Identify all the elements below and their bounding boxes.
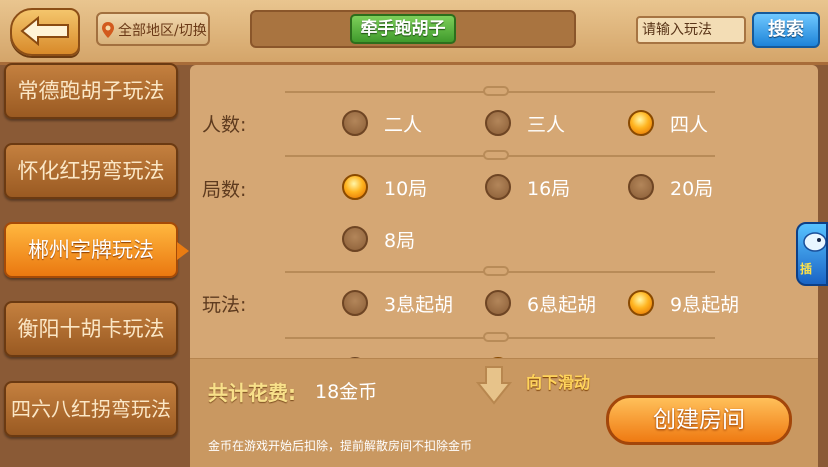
game-title: 牵手跑胡子 <box>350 14 456 44</box>
option-3-xi[interactable]: 3息起胡 <box>342 286 453 320</box>
radio-button-selected[interactable] <box>628 110 654 136</box>
sidebar: 常德跑胡子玩法 怀化红拐弯玩法 郴州字牌玩法 衡阳十胡卡玩法 四六八红拐弯玩法 <box>0 63 190 466</box>
sidebar-item-changde[interactable]: 常德跑胡子玩法 <box>4 63 178 119</box>
cost-label: 共计花费: <box>208 381 296 405</box>
cost-note: 金币在游戏开始后扣除，提前解散房间不扣除金币 <box>208 439 473 453</box>
option-6-xi[interactable]: 6息起胡 <box>485 286 596 320</box>
title-box: 牵手跑胡子 <box>250 10 576 48</box>
divider <box>285 332 715 342</box>
option-four-players[interactable]: 四人 <box>628 106 708 140</box>
footer-bar: 共计花费: 18金币 向下滑动 创建房间 金币在游戏开始后扣除，提前解散房间不扣… <box>190 358 818 467</box>
option-three-players[interactable]: 三人 <box>485 106 565 140</box>
cost-value: 18金币 <box>315 381 378 403</box>
option-two-players[interactable]: 二人 <box>342 106 422 140</box>
search-button[interactable]: 搜索 <box>752 12 820 48</box>
divider <box>285 150 715 160</box>
players-label: 人数: <box>202 114 247 136</box>
radio-button[interactable] <box>628 174 654 200</box>
option-8-rounds[interactable]: 8局 <box>342 222 415 256</box>
radio-button[interactable] <box>485 174 511 200</box>
divider <box>285 86 715 96</box>
option-20-rounds[interactable]: 20局 <box>628 170 713 204</box>
radio-button[interactable] <box>485 110 511 136</box>
location-pin-icon <box>102 22 114 38</box>
sidebar-item-sibaliuhong[interactable]: 四六八红拐弯玩法 <box>4 381 178 437</box>
option-10-rounds[interactable]: 10局 <box>342 170 427 204</box>
radio-button-selected[interactable] <box>342 174 368 200</box>
sidebar-item-hengyang[interactable]: 衡阳十胡卡玩法 <box>4 301 178 357</box>
back-button[interactable] <box>10 8 80 56</box>
radio-button[interactable] <box>485 290 511 316</box>
edge-widget-label: 插 <box>800 262 813 276</box>
option-9-xi[interactable]: 9息起胡 <box>628 286 739 320</box>
scroll-hint-text: 向下滑动 <box>526 373 591 392</box>
sidebar-item-chenzhou[interactable]: 郴州字牌玩法 <box>4 222 189 278</box>
radio-button-selected[interactable] <box>628 290 654 316</box>
scroll-down-arrow-icon <box>476 366 512 405</box>
radio-button[interactable] <box>342 110 368 136</box>
region-label: 全部地区/切换 <box>118 23 207 39</box>
fish-icon <box>803 232 826 252</box>
sidebar-item-huaihua[interactable]: 怀化红拐弯玩法 <box>4 143 178 199</box>
divider <box>285 266 715 276</box>
search-input[interactable]: 请输入玩法 <box>636 16 746 44</box>
rules-label: 玩法: <box>202 294 247 316</box>
top-bar: 全部地区/切换 牵手跑胡子 请输入玩法 搜索 <box>0 0 828 65</box>
radio-button[interactable] <box>342 226 368 252</box>
edge-promo-widget[interactable]: 插 <box>796 222 828 286</box>
create-room-button[interactable]: 创建房间 <box>606 395 792 445</box>
rounds-label: 局数: <box>202 179 247 201</box>
option-16-rounds[interactable]: 16局 <box>485 170 570 204</box>
radio-button[interactable] <box>342 290 368 316</box>
region-switch-button[interactable]: 全部地区/切换 <box>96 12 210 46</box>
back-arrow-icon <box>20 15 69 47</box>
